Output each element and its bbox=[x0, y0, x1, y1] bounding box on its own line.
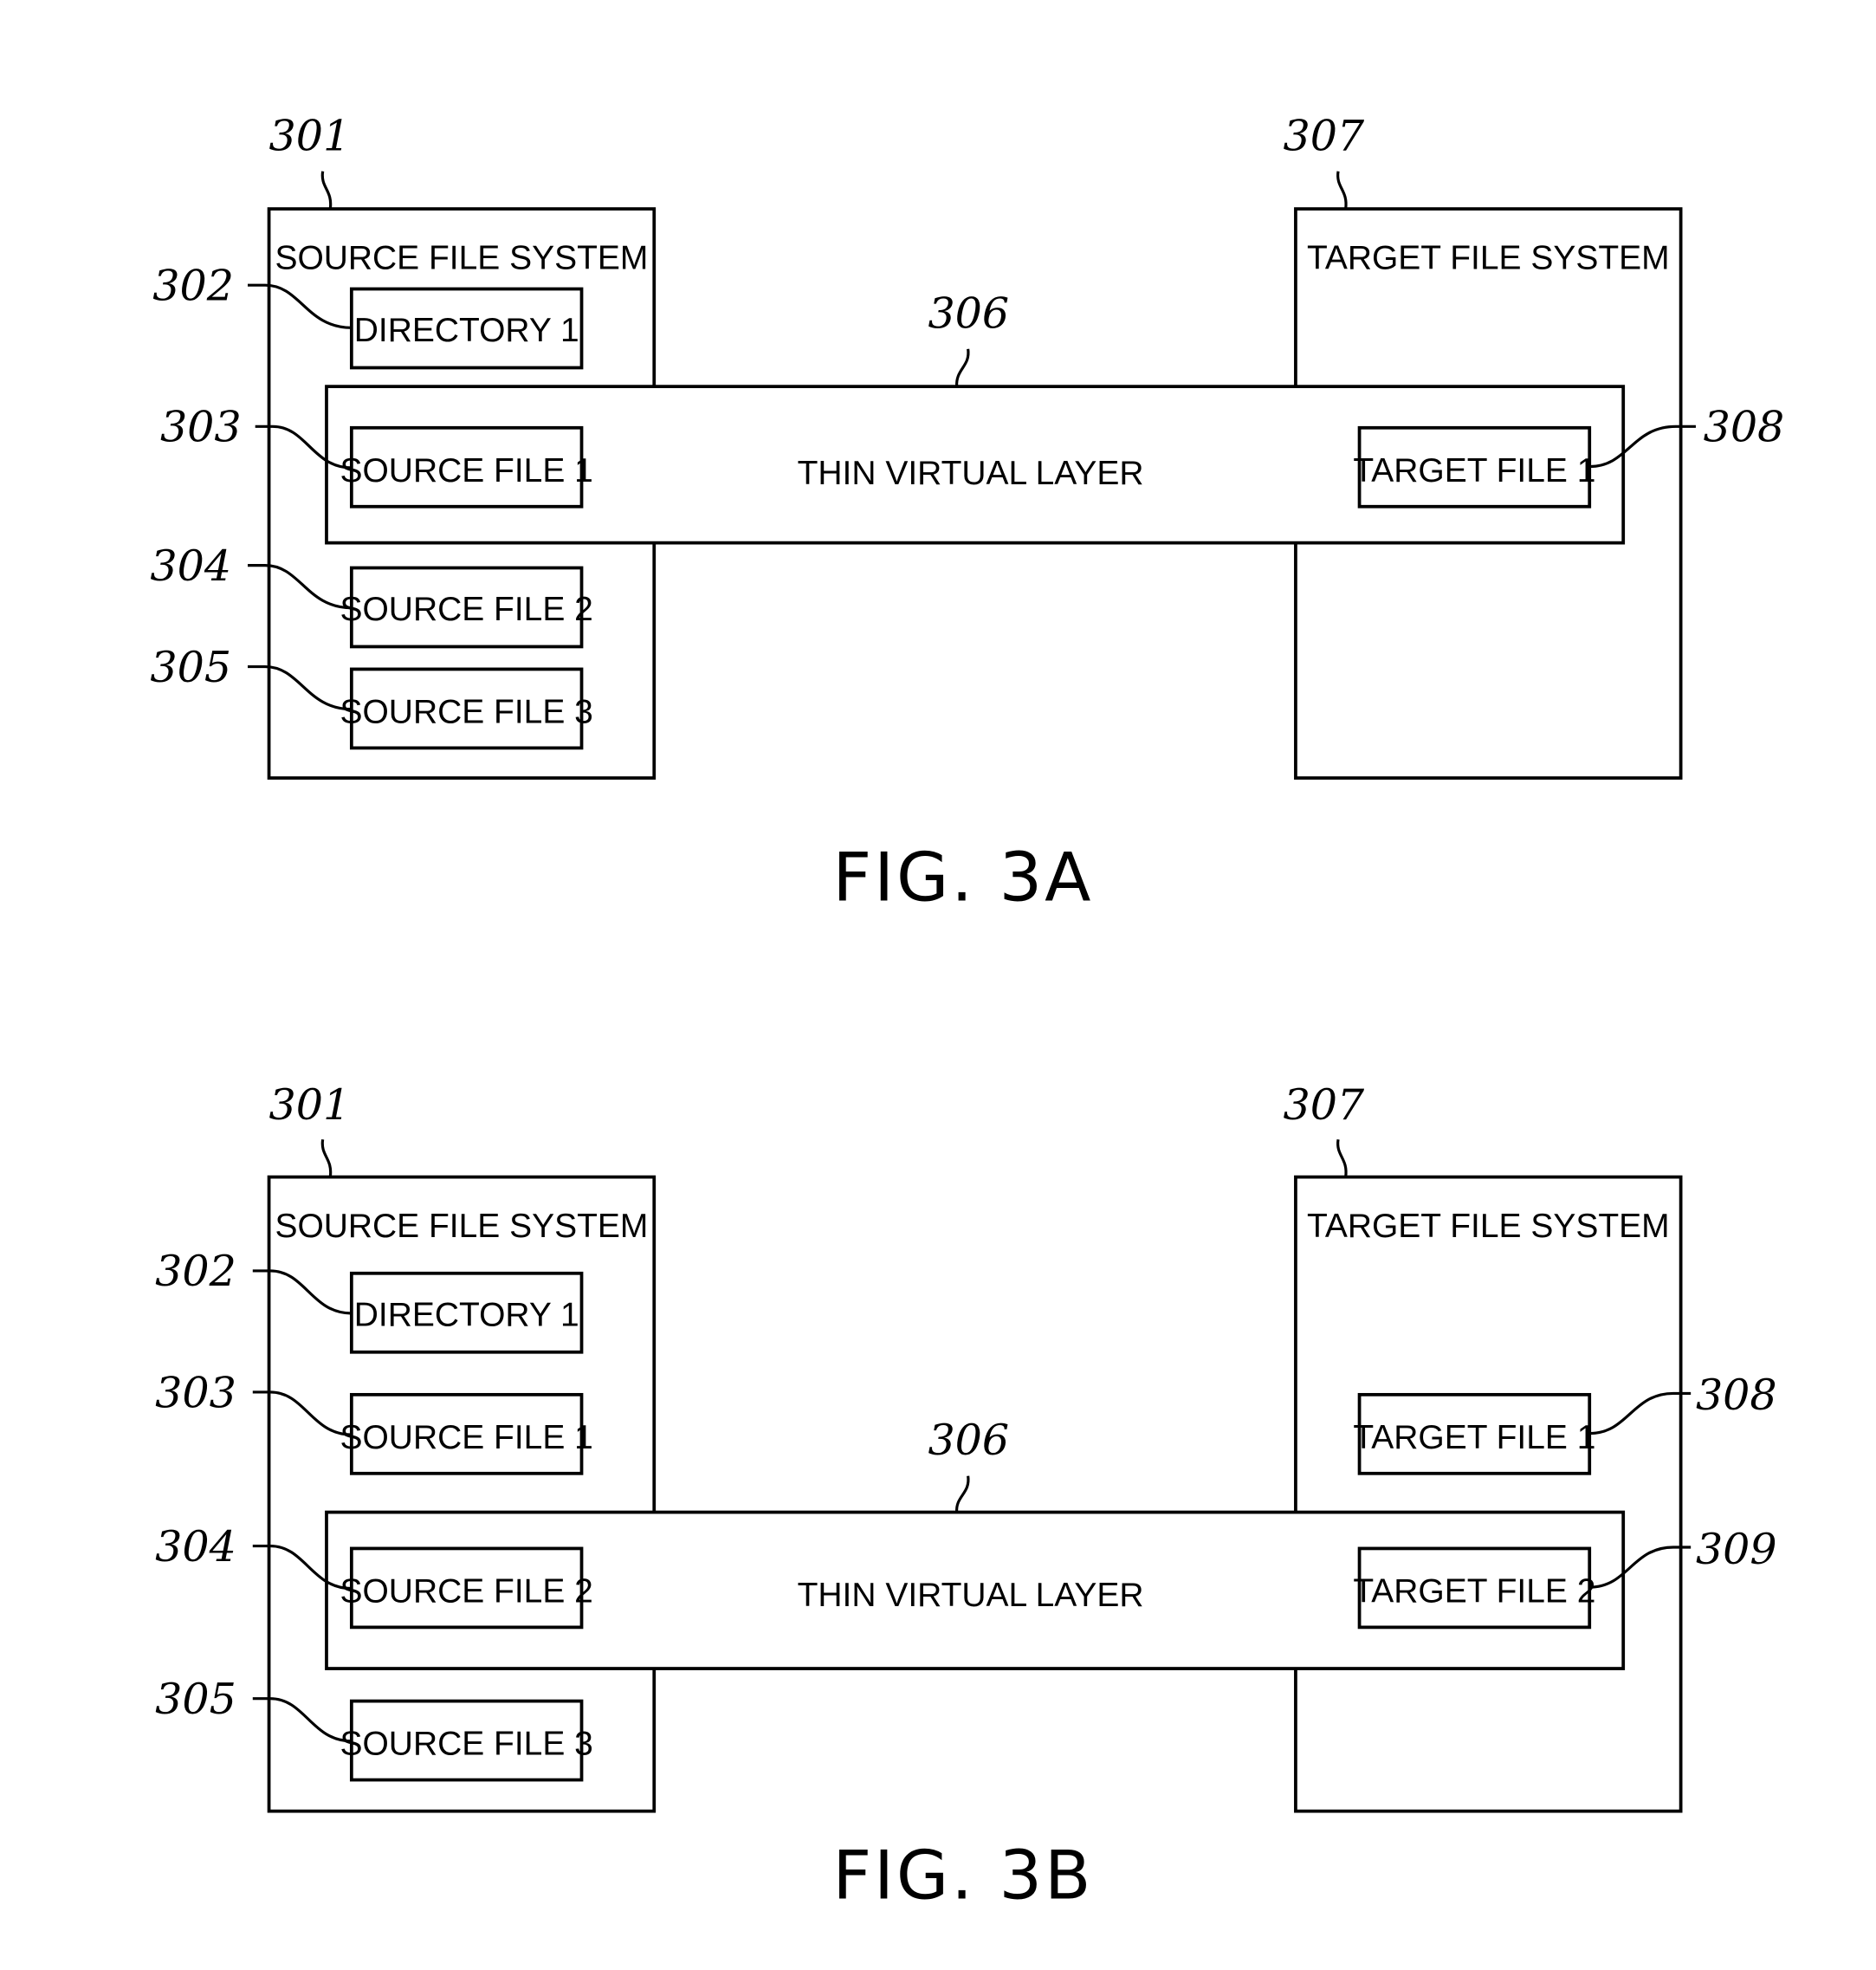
target-file-system-title: TARGET FILE SYSTEM bbox=[1307, 239, 1670, 276]
source-file-3-label: SOURCE FILE 3 bbox=[340, 1726, 593, 1763]
ref-301: 301 bbox=[269, 110, 351, 160]
target-file-1-label: TARGET FILE 1 bbox=[1353, 452, 1595, 489]
figure-3b: SOURCE FILE SYSTEM 301 TARGET FILE SYSTE… bbox=[155, 1079, 1776, 1915]
ref-303: 303 bbox=[160, 402, 242, 452]
figure-3a-caption: FIG. 3A bbox=[832, 839, 1093, 917]
leader-306 bbox=[955, 348, 970, 387]
thin-virtual-layer-label: THIN VIRTUAL LAYER bbox=[798, 455, 1144, 492]
source-file-2-label: SOURCE FILE 2 bbox=[340, 1573, 593, 1610]
thin-virtual-layer-label: THIN VIRTUAL LAYER bbox=[798, 1577, 1144, 1614]
ref-301: 301 bbox=[269, 1079, 351, 1130]
source-file-3-label: SOURCE FILE 3 bbox=[340, 694, 593, 731]
directory-1-label: DIRECTORY 1 bbox=[354, 312, 579, 349]
leader-301 bbox=[320, 1139, 333, 1177]
ref-307: 307 bbox=[1283, 110, 1364, 160]
ref-306: 306 bbox=[928, 288, 1009, 338]
ref-305: 305 bbox=[155, 1674, 236, 1724]
leader-307 bbox=[1336, 1139, 1348, 1177]
source-file-system-title: SOURCE FILE SYSTEM bbox=[275, 1208, 648, 1245]
figure-3a: SOURCE FILE SYSTEM 301 TARGET FILE SYSTE… bbox=[150, 110, 1784, 917]
leader-306 bbox=[955, 1475, 970, 1513]
ref-306: 306 bbox=[928, 1415, 1009, 1465]
ref-309: 309 bbox=[1696, 1524, 1777, 1574]
ref-308: 308 bbox=[1704, 402, 1785, 452]
source-file-system-title: SOURCE FILE SYSTEM bbox=[275, 239, 648, 276]
source-file-1-label: SOURCE FILE 1 bbox=[340, 452, 593, 489]
ref-302: 302 bbox=[152, 261, 234, 311]
target-file-2-label: TARGET FILE 2 bbox=[1353, 1573, 1595, 1610]
directory-1-label: DIRECTORY 1 bbox=[354, 1296, 579, 1333]
ref-305: 305 bbox=[150, 642, 231, 692]
ref-304: 304 bbox=[155, 1521, 236, 1571]
ref-304: 304 bbox=[150, 541, 231, 591]
figure-3b-caption: FIG. 3B bbox=[832, 1837, 1093, 1915]
leader-301 bbox=[320, 171, 333, 210]
leader-307 bbox=[1336, 171, 1348, 210]
target-file-system-box bbox=[1294, 1175, 1683, 1813]
target-file-1-label: TARGET FILE 1 bbox=[1353, 1419, 1595, 1456]
target-file-system-title: TARGET FILE SYSTEM bbox=[1307, 1208, 1670, 1245]
ref-302: 302 bbox=[155, 1246, 236, 1296]
patent-figure-sheet: SOURCE FILE SYSTEM 301 TARGET FILE SYSTE… bbox=[150, 110, 1784, 1915]
source-file-1-label: SOURCE FILE 1 bbox=[340, 1419, 593, 1456]
source-file-2-label: SOURCE FILE 2 bbox=[340, 591, 593, 628]
ref-303: 303 bbox=[155, 1367, 236, 1417]
ref-308: 308 bbox=[1696, 1370, 1777, 1420]
ref-307: 307 bbox=[1283, 1079, 1364, 1130]
